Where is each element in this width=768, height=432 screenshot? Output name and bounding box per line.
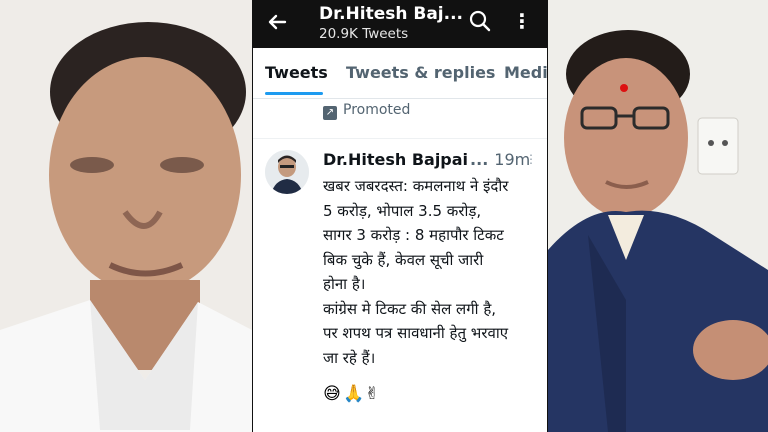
tab-media[interactable]: Medi (504, 63, 547, 82)
profile-name: Dr.Hitesh Baj... (319, 4, 464, 24)
tweet-emojis: 😅 🙏✌ (323, 384, 383, 404)
tweet-header: Dr.Hitesh Bajpai... 19m (323, 150, 530, 169)
tweet-count: 20.9K Tweets (319, 26, 409, 42)
tweet-author[interactable]: Dr.Hitesh Bajpai (323, 150, 468, 169)
right-person-photo (548, 0, 768, 432)
profile-header: Dr.Hitesh Baj... 20.9K Tweets (319, 3, 479, 43)
search-icon[interactable] (467, 8, 493, 34)
app-bar: Dr.Hitesh Baj... 20.9K Tweets ⋮ (253, 0, 547, 48)
promoted-text: Promoted (343, 102, 411, 118)
tweet-text: खबर जबरदस्त: कमलनाथ ने इंदौर 5 करोड़, भो… (323, 177, 509, 367)
author-ellipsis: ... (470, 150, 489, 169)
arrow-left-icon[interactable] (265, 10, 289, 34)
promoted-label-row: ↗ Promoted (323, 102, 410, 120)
left-person-photo (0, 0, 252, 432)
active-tab-indicator (265, 92, 323, 95)
victory-hand-emoji: ✌ (364, 384, 380, 404)
profile-tabs: Tweets Tweets & replies Medi (253, 48, 547, 99)
sweat-smile-emoji: 😅 (323, 384, 341, 404)
folded-hands-emoji: 🙏 (343, 384, 365, 404)
more-vertical-icon[interactable]: ⋮ (511, 8, 533, 34)
avatar[interactable] (265, 150, 309, 194)
promoted-icon: ↗ (323, 106, 337, 120)
divider (253, 138, 547, 139)
tab-tweets[interactable]: Tweets (265, 63, 328, 82)
tweet-options-icon[interactable]: ⋮ (525, 152, 537, 166)
tab-tweets-and-replies[interactable]: Tweets & replies (346, 63, 495, 82)
twitter-profile-screenshot: Dr.Hitesh Baj... 20.9K Tweets ⋮ Tweets T… (252, 0, 548, 432)
